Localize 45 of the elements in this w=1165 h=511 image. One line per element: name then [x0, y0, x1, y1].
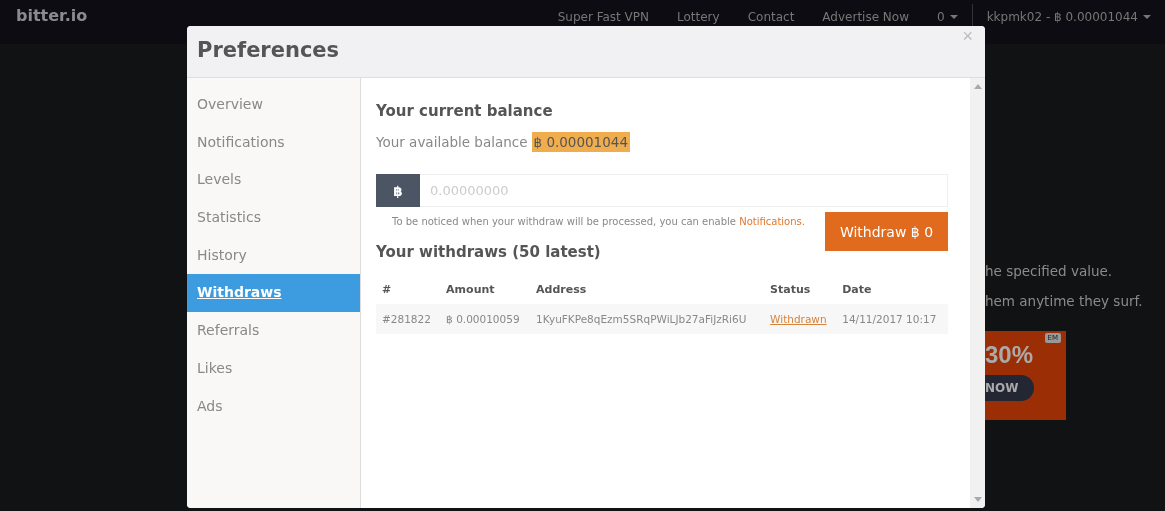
page-text: he specified value.	[985, 262, 1114, 281]
site-logo[interactable]: bitter.io	[0, 0, 104, 31]
balance-label: Your available balance	[376, 134, 528, 150]
table-cell: ฿ 0.00010059	[440, 304, 531, 334]
sidebar-item[interactable]: Statistics	[187, 199, 360, 237]
sidebar-item[interactable]: Withdraws	[187, 274, 360, 313]
column-header: Address	[530, 275, 765, 304]
section-heading: Your withdraws (50 latest)	[376, 243, 602, 261]
ad-button[interactable]: NOW	[985, 375, 1035, 401]
table-cell: #281822	[376, 304, 441, 334]
section-heading: Your current balance	[376, 102, 554, 120]
nav-link[interactable]: Lottery	[677, 10, 720, 24]
table-cell: 14/11/2017 10:17	[836, 304, 948, 334]
dialog-title: Preferences	[196, 37, 341, 64]
currency-addon: ฿	[376, 174, 420, 207]
status-link[interactable]: Withdrawn	[770, 313, 827, 325]
column-header: #	[376, 275, 441, 304]
sidebar-item[interactable]: Notifications	[187, 123, 360, 162]
column-header: Date	[836, 275, 948, 304]
sidebar-item[interactable]: Referrals	[187, 312, 360, 350]
scroll-up-icon	[974, 84, 982, 89]
close-button[interactable]: ×	[950, 26, 985, 47]
hint-text: To be noticed when your withdraw will be processed, you can enable Notifications.	[391, 215, 805, 227]
table-cell: 1KyuFKPe8qEzm5SRqPWiLJb27aFiJzRi6U	[530, 304, 765, 334]
account-menu[interactable]: kkpmk02 - ฿ 0.00001044	[986, 10, 1151, 24]
withdraw-button[interactable]: Withdraw ฿ 0	[825, 212, 948, 251]
caret-icon	[949, 15, 958, 19]
sidebar-item[interactable]: Ads	[187, 387, 360, 426]
column-header: Amount	[440, 275, 531, 304]
balance-value: ฿ 0.00001044	[531, 132, 630, 152]
page-text: hem anytime they surf.	[985, 292, 1143, 311]
sidebar-item[interactable]: Overview	[187, 86, 360, 124]
sidebar-item[interactable]: History	[187, 236, 360, 275]
nav-link[interactable]: Contact	[747, 10, 795, 24]
ad-headline: 30%	[985, 341, 1034, 369]
nav-link[interactable]: Super Fast VPN	[557, 10, 649, 24]
nav-link[interactable]: Advertise Now	[822, 10, 909, 24]
sidebar-item[interactable]: Likes	[187, 349, 360, 388]
column-header: Status	[764, 275, 837, 304]
notifications-link[interactable]: Notifications	[739, 216, 802, 227]
scroll-down-icon	[974, 497, 982, 502]
caret-icon	[1143, 15, 1151, 19]
count-menu[interactable]: 0	[937, 10, 958, 24]
scrollbar[interactable]	[970, 78, 985, 508]
sidebar-item[interactable]: Levels	[187, 161, 360, 200]
